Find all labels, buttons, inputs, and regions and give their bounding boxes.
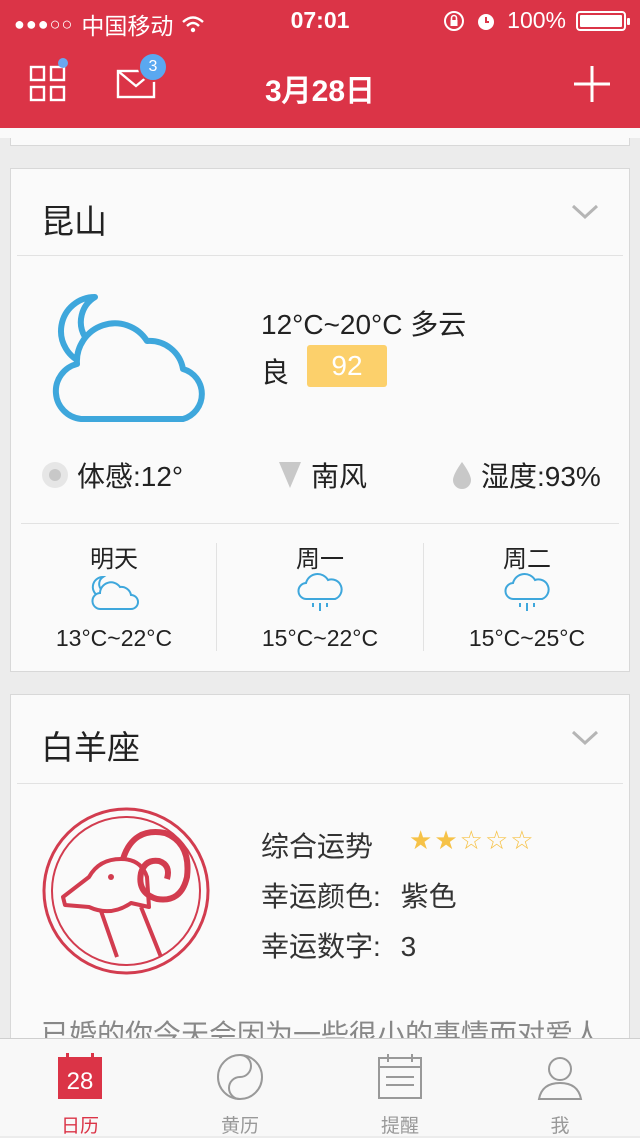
temp-condition: 12°C~20°C 多云 (261, 303, 466, 343)
water-drop-icon (453, 462, 471, 489)
zodiac-sign-name: 白羊座 (41, 729, 140, 766)
wind-direction-icon (279, 462, 301, 488)
partly-cloudy-night-icon (91, 575, 139, 610)
partly-cloudy-night-icon (52, 294, 205, 422)
forecast-day-label: 周一 (296, 546, 344, 573)
tab-reminder[interactable]: 提醒 (320, 1039, 480, 1137)
plus-icon (574, 66, 610, 102)
top-bar: ●●●○○ 中国移动 07:01 100% 3 3月28日 (0, 0, 640, 128)
overall-fortune-rating: ★★☆☆☆ (409, 825, 536, 856)
header-shadow-band (0, 128, 640, 138)
star-empty-icon: ☆ (510, 825, 536, 855)
calendar-day-number: 28 (67, 1068, 94, 1095)
tab-label: 黄历 (220, 1116, 259, 1137)
calendar-icon: 28 (58, 1053, 102, 1099)
forecast-temp: 13°C~22°C (55, 625, 173, 651)
lucky-number: 幸运数字: 3 (261, 931, 417, 962)
tab-calendar[interactable]: 28 日历 (0, 1039, 160, 1137)
forecast-day[interactable]: 周一 15°C~22°C (217, 529, 423, 651)
forecast-day[interactable]: 明天 13°C~22°C (11, 529, 217, 651)
weather-condition: 多云 (410, 309, 467, 340)
humidity: 湿度:93% (451, 455, 601, 495)
rain-cloud-icon (297, 573, 343, 611)
page-title[interactable]: 3月28日 (0, 66, 640, 110)
air-quality-label: 良 (261, 357, 290, 388)
rain-cloud-icon (504, 573, 550, 611)
feels-like: 体感:12° (41, 455, 183, 495)
rotation-lock-icon (444, 10, 465, 31)
chevron-down-icon[interactable] (571, 203, 599, 221)
tab-almanac[interactable]: 黄历 (160, 1039, 320, 1137)
battery-icon (576, 10, 630, 31)
divider (21, 523, 619, 524)
temp-range: 12°C~20°C (261, 309, 403, 340)
star-empty-icon: ☆ (459, 825, 485, 855)
status-bar: ●●●○○ 中国移动 07:01 100% (0, 0, 640, 40)
tab-label: 日历 (60, 1116, 99, 1137)
reminder-icon (378, 1054, 422, 1099)
star-filled-icon: ★ (409, 825, 435, 855)
overall-fortune-label: 综合运势 (261, 831, 374, 862)
alarm-icon (478, 13, 495, 30)
lucky-color: 幸运颜色: 紫色 (261, 881, 457, 912)
tab-me[interactable]: 我 (480, 1039, 640, 1137)
previous-card-bottom (10, 138, 630, 146)
forecast-day-label: 周二 (503, 546, 551, 573)
forecast-day-label: 明天 (90, 546, 138, 573)
divider (17, 255, 623, 256)
thermometer-dot-icon (42, 462, 68, 488)
user-icon (537, 1057, 583, 1100)
tab-label: 我 (550, 1116, 570, 1137)
aqi-badge: 92 (307, 345, 387, 387)
add-button[interactable] (562, 56, 622, 112)
weather-card[interactable]: 昆山 12°C~20°C 多云 良 92 体感:12° 南风 湿度:93% 明天 (10, 168, 630, 672)
tab-bar: 28 日历 黄历 提醒 我 (0, 1038, 640, 1137)
divider (17, 783, 623, 784)
wind: 南风 (277, 455, 367, 495)
battery-percentage: 100% (507, 7, 566, 33)
star-filled-icon: ★ (434, 825, 460, 855)
horoscope-card[interactable]: 白羊座 综合运势 ★★☆☆☆ 幸运颜色: 紫色 幸运数字: 3 已婚的你今天会因… (10, 694, 630, 1094)
tab-label: 提醒 (380, 1116, 419, 1137)
forecast-day[interactable]: 周二 15°C~25°C (424, 529, 630, 651)
aries-ram-icon (42, 807, 210, 975)
forecast-temp: 15°C~25°C (468, 625, 586, 651)
city-name: 昆山 (41, 203, 107, 240)
star-empty-icon: ☆ (484, 825, 511, 855)
chevron-down-icon[interactable] (571, 729, 599, 747)
forecast-temp: 15°C~22°C (261, 625, 379, 651)
status-right: 100% (443, 7, 630, 34)
yin-yang-icon (217, 1054, 263, 1100)
